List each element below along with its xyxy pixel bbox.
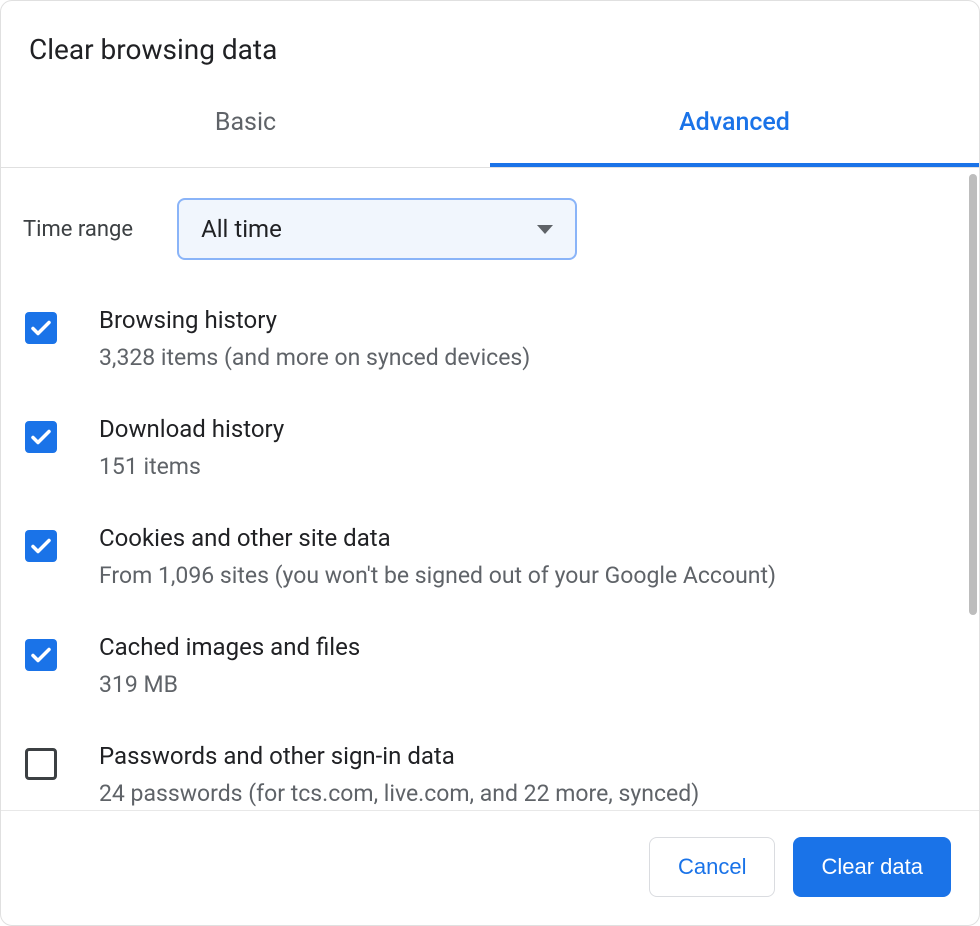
tab-advanced[interactable]: Advanced: [490, 84, 979, 167]
option-browsing-history[interactable]: Browsing history 3,328 items (and more o…: [23, 306, 957, 373]
dialog-footer: Cancel Clear data: [1, 810, 979, 925]
checkbox-cached-images[interactable]: [25, 639, 57, 671]
option-cached-images[interactable]: Cached images and files 319 MB: [23, 633, 957, 700]
option-title: Cached images and files: [99, 633, 360, 661]
checkmark-icon: [29, 643, 53, 667]
tabs: Basic Advanced: [1, 84, 979, 168]
checkmark-icon: [29, 425, 53, 449]
option-cookies[interactable]: Cookies and other site data From 1,096 s…: [23, 524, 957, 591]
time-range-row: Time range All time: [23, 198, 957, 260]
option-text: Cached images and files 319 MB: [99, 633, 360, 700]
option-sub: 24 passwords (for tcs.com, live.com, and…: [99, 778, 699, 809]
checkbox-cookies[interactable]: [25, 530, 57, 562]
option-title: Passwords and other sign-in data: [99, 742, 699, 770]
option-title: Browsing history: [99, 306, 530, 334]
time-range-select[interactable]: All time: [177, 198, 577, 260]
option-title: Cookies and other site data: [99, 524, 776, 552]
option-text: Browsing history 3,328 items (and more o…: [99, 306, 530, 373]
scrollbar-track[interactable]: [969, 174, 977, 804]
checkbox-download-history[interactable]: [25, 421, 57, 453]
option-text: Passwords and other sign-in data 24 pass…: [99, 742, 699, 809]
option-sub: 151 items: [99, 451, 284, 482]
option-text: Cookies and other site data From 1,096 s…: [99, 524, 776, 591]
clear-data-button[interactable]: Clear data: [793, 837, 951, 897]
checkbox-browsing-history[interactable]: [25, 312, 57, 344]
option-download-history[interactable]: Download history 151 items: [23, 415, 957, 482]
option-text: Download history 151 items: [99, 415, 284, 482]
option-sub: 3,328 items (and more on synced devices): [99, 342, 530, 373]
time-range-label: Time range: [23, 217, 133, 242]
checkmark-icon: [29, 316, 53, 340]
option-sub: From 1,096 sites (you won't be signed ou…: [99, 560, 776, 591]
scrollbar-thumb[interactable]: [969, 174, 977, 615]
option-sub: 319 MB: [99, 669, 360, 700]
tab-basic[interactable]: Basic: [1, 84, 490, 167]
scrollable-content[interactable]: Time range All time Browsing history 3,3…: [1, 168, 979, 810]
time-range-value: All time: [201, 215, 282, 243]
cancel-button[interactable]: Cancel: [649, 837, 775, 897]
chevron-down-icon: [537, 225, 553, 234]
checkmark-icon: [29, 534, 53, 558]
checkbox-passwords[interactable]: [25, 748, 57, 780]
content-area: Time range All time Browsing history 3,3…: [1, 168, 979, 810]
dialog-title: Clear browsing data: [1, 1, 979, 84]
option-passwords[interactable]: Passwords and other sign-in data 24 pass…: [23, 742, 957, 809]
clear-browsing-data-dialog: Clear browsing data Basic Advanced Time …: [0, 0, 980, 926]
option-title: Download history: [99, 415, 284, 443]
